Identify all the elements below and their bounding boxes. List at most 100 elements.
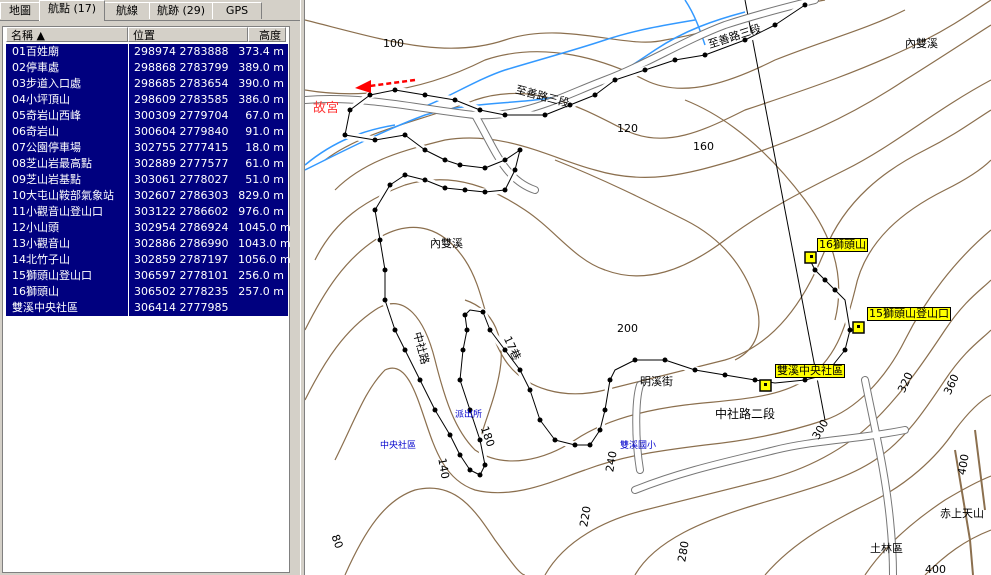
waypoint-name: 10大屯山鞍部氣象站 <box>12 189 114 202</box>
list-item[interactable]: 04小坪頂山 298609 2783585 386.0 m <box>6 92 288 108</box>
column-name[interactable]: 名稱 ▲ <box>6 27 128 42</box>
column-separator <box>128 300 129 316</box>
waypoint-altitude: 1043.0 m <box>238 237 291 250</box>
left-panel: 地圖 航點 (17) 航線 航跡 (29) GPS 名稱 ▲ 位置 高度 01百… <box>0 0 300 575</box>
tab-bar: 地圖 航點 (17) 航線 航跡 (29) GPS <box>0 0 300 21</box>
waypoint-name: 06奇岩山 <box>12 125 59 138</box>
waypoint-altitude: 829.0 m <box>238 189 284 202</box>
column-separator <box>128 124 129 140</box>
column-separator <box>128 140 129 156</box>
place-shilin: 土林區 <box>870 542 903 555</box>
waypoint-position: 298868 2783799 <box>134 61 229 74</box>
tab-gps[interactable]: GPS <box>212 2 262 19</box>
waypoint-altitude: 373.4 m <box>238 45 284 58</box>
place-gugong: 故宮 <box>313 101 340 116</box>
waypoint-name: 01百姓廟 <box>12 45 59 58</box>
waypoint-altitude: 1045.0 m <box>238 221 291 234</box>
list-item[interactable]: 14北竹子山 302859 2787197 1056.0 m <box>6 252 291 268</box>
waypoint-name: 11小觀音山登山口 <box>12 205 103 218</box>
list-item[interactable]: 12小山頭 302954 2786924 1045.0 m <box>6 220 291 236</box>
waypoint-position: 302954 2786924 <box>134 221 229 234</box>
contour-160: 160 <box>693 140 714 153</box>
map-canvas <box>305 0 991 575</box>
list-item[interactable]: 05奇岩山西峰 300309 2779704 67.0 m <box>6 108 288 124</box>
place-nsx-1: 內雙溪 <box>905 37 938 50</box>
waypoint-position: 306502 2778235 <box>134 285 229 298</box>
waypoint-name: 07公園停車場 <box>12 141 81 154</box>
column-separator <box>128 60 129 76</box>
waypoint-name: 03步道入口處 <box>12 77 81 90</box>
column-separator <box>128 188 129 204</box>
waypoint-altitude: 256.0 m <box>238 269 284 282</box>
waypoint-name: 04小坪頂山 <box>12 93 70 106</box>
place-mingxi: 明溪街 <box>640 375 673 388</box>
list-item[interactable]: 09芝山岩基點 303061 2778027 51.0 m <box>6 172 288 188</box>
waypoint-name: 12小山頭 <box>12 221 59 234</box>
waypoint-altitude: 91.0 m <box>245 125 284 138</box>
waypoint-altitude: 67.0 m <box>245 109 284 122</box>
waypoint-name: 05奇岩山西峰 <box>12 109 81 122</box>
list-item[interactable]: 07公園停車場 302755 2777415 18.0 m <box>6 140 288 156</box>
column-separator <box>128 236 129 252</box>
waypoint-position: 300604 2779840 <box>134 125 229 138</box>
waypoint-altitude: 18.0 m <box>245 141 284 154</box>
column-position[interactable]: 位置 <box>128 27 248 42</box>
column-separator <box>128 172 129 188</box>
column-separator <box>128 76 129 92</box>
waypoint-name: 09芝山岩基點 <box>12 173 81 186</box>
waypoint-position: 302886 2786990 <box>134 237 229 250</box>
waypoint-altitude: 1056.0 m <box>238 253 291 266</box>
contour-200: 200 <box>617 322 638 335</box>
list-item[interactable]: 15獅頭山登山口 306597 2778101 256.0 m <box>6 268 288 284</box>
waypoint-position: 303122 2786602 <box>134 205 229 218</box>
waypoint-label-center[interactable]: 雙溪中央社區 <box>775 364 845 378</box>
waypoint-label-15[interactable]: 15獅頭山登山口 <box>867 307 951 321</box>
waypoint-position: 302607 2786303 <box>134 189 229 202</box>
waypoint-position: 298609 2783585 <box>134 93 229 106</box>
tab-routes[interactable]: 航線 <box>104 2 150 19</box>
list-item[interactable]: 16獅頭山 306502 2778235 257.0 m <box>6 284 288 300</box>
waypoint-position: 303061 2778027 <box>134 173 229 186</box>
column-altitude[interactable]: 高度 <box>248 27 286 42</box>
map-view[interactable]: 16獅頭山 15獅頭山登山口 雙溪中央社區 內雙溪 內雙溪 明溪街 中社路二段 … <box>305 0 991 575</box>
list-item[interactable]: 03步道入口處 298685 2783654 390.0 m <box>6 76 288 92</box>
waypoint-position: 302755 2777415 <box>134 141 229 154</box>
tab-tracks[interactable]: 航跡 (29) <box>149 2 213 19</box>
waypoint-name: 02停車處 <box>12 61 59 74</box>
column-separator <box>128 252 129 268</box>
waypoint-label-16[interactable]: 16獅頭山 <box>817 238 868 252</box>
waypoint-altitude: 61.0 m <box>245 157 284 170</box>
place-zs2: 中社路二段 <box>715 407 776 421</box>
column-separator <box>128 156 129 172</box>
tab-waypoints[interactable]: 航點 (17) <box>39 0 105 21</box>
place-outpost: 派出所 <box>455 410 483 420</box>
column-separator <box>128 220 129 236</box>
waypoint-position: 302889 2777577 <box>134 157 229 170</box>
list-item[interactable]: 02停車處 298868 2783799 389.0 m <box>6 60 288 76</box>
list-item[interactable]: 13小觀音山 302886 2786990 1043.0 m <box>6 236 291 252</box>
track-points <box>342 2 853 478</box>
column-separator <box>128 44 129 60</box>
waypoint-position: 306597 2778101 <box>134 269 229 282</box>
waypoint-name: 16獅頭山 <box>12 285 59 298</box>
list-item[interactable]: 06奇岩山 300604 2779840 91.0 m <box>6 124 288 140</box>
grid-line <box>744 0 826 421</box>
waypoint-name: 13小觀音山 <box>12 237 70 250</box>
waypoint-position: 298974 2783888 <box>134 45 229 58</box>
waypoint-altitude: 51.0 m <box>245 173 284 186</box>
waypoint-position: 300309 2779704 <box>134 109 229 122</box>
tab-map[interactable]: 地圖 <box>0 2 40 19</box>
list-item[interactable]: 08芝山岩最高點 302889 2777577 61.0 m <box>6 156 288 172</box>
column-separator <box>128 268 129 284</box>
waypoint-position: 306414 2777985 <box>134 301 229 314</box>
waypoint-altitude: 390.0 m <box>238 77 284 90</box>
list-item[interactable]: 11小觀音山登山口 303122 2786602 976.0 m <box>6 204 288 220</box>
list-item[interactable]: 10大屯山鞍部氣象站 302607 2786303 829.0 m <box>6 188 288 204</box>
waypoint-altitude: 389.0 m <box>238 61 284 74</box>
place-school: 雙溪國小 <box>620 441 657 451</box>
column-separator <box>128 204 129 220</box>
waypoint-name: 14北竹子山 <box>12 253 70 266</box>
list-item[interactable]: 雙溪中央社區 306414 2777985 <box>6 300 288 316</box>
waypoint-position: 302859 2787197 <box>134 253 229 266</box>
list-item[interactable]: 01百姓廟 298974 2783888 373.4 m <box>6 44 288 60</box>
